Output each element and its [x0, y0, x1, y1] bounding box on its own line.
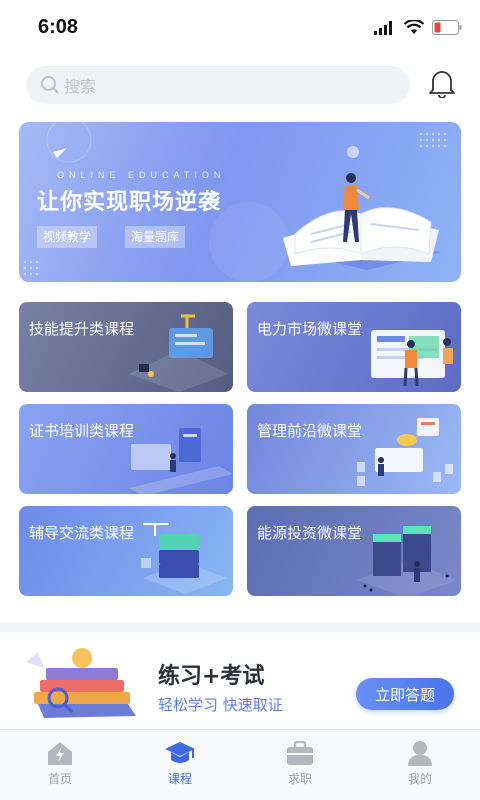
course-card-skills[interactable]: 技能提升类课程: [19, 302, 233, 392]
status-bar: 6:08: [0, 0, 480, 56]
status-time: 6:08: [38, 16, 79, 38]
banner-tag: 海量题库: [125, 226, 186, 248]
card-illustration: [129, 314, 229, 392]
tab-profile[interactable]: 我的: [360, 730, 480, 800]
books-illustration: [26, 648, 136, 718]
person-icon: [408, 741, 432, 766]
bell-icon[interactable]: [428, 68, 456, 98]
tab-home[interactable]: 首页: [0, 730, 120, 800]
course-card-power-market[interactable]: 电力市场微课堂: [247, 302, 461, 392]
tab-label: 求职: [287, 772, 312, 786]
wifi-icon: [404, 20, 424, 34]
tab-label: 首页: [47, 772, 72, 786]
open-book-illustration: [283, 173, 441, 270]
tab-courses[interactable]: 课程: [120, 730, 240, 800]
card-illustration: [129, 428, 233, 494]
card-title: 辅导交流类课程: [29, 524, 135, 542]
card-illustration: [357, 526, 457, 596]
card-title: 技能提升类课程: [29, 320, 135, 338]
search-input[interactable]: 搜索: [26, 66, 410, 104]
banner-subtitle: ONLINE EDUCATION: [57, 170, 226, 180]
tab-label: 我的: [407, 772, 432, 786]
search-icon: [41, 76, 59, 94]
promo-subtitle: 轻松学习 快速取证: [158, 696, 283, 714]
banner-title: 让你实现职场逆袭: [37, 190, 222, 215]
course-card-energy[interactable]: 能源投资微课堂: [247, 506, 461, 596]
search-placeholder: 搜索: [64, 77, 97, 96]
start-quiz-button[interactable]: 立即答题: [356, 678, 454, 710]
card-title: 管理前沿微课堂: [257, 422, 363, 440]
course-card-tutoring[interactable]: 辅导交流类课程: [19, 506, 233, 596]
card-title: 证书培训类课程: [29, 422, 135, 440]
battery-icon: [432, 20, 462, 35]
briefcase-icon: [287, 740, 313, 765]
course-card-certificate[interactable]: 证书培训类课程: [19, 404, 233, 494]
promo-banner[interactable]: ONLINE EDUCATION 让你实现职场逆袭 视频教学 海量题库: [19, 122, 461, 282]
tab-jobs[interactable]: 求职: [240, 730, 360, 800]
banner-tag: 视频教学: [37, 226, 98, 248]
card-title: 电力市场微课堂: [257, 320, 363, 338]
status-icons: [374, 20, 462, 35]
tab-label: 课程: [167, 772, 192, 786]
promo-title: 练习+考试: [158, 664, 265, 689]
card-illustration: [141, 523, 227, 594]
bottom-tab-bar: 首页 课程 求职 我的: [0, 729, 480, 800]
signal-icon: [374, 20, 392, 35]
graduation-cap-icon: [165, 742, 195, 763]
card-illustration: [371, 330, 453, 387]
home-icon: [48, 742, 72, 765]
card-illustration: [357, 418, 453, 486]
course-card-management[interactable]: 管理前沿微课堂: [247, 404, 461, 494]
card-title: 能源投资微课堂: [257, 524, 363, 542]
header: 搜索: [0, 56, 480, 112]
